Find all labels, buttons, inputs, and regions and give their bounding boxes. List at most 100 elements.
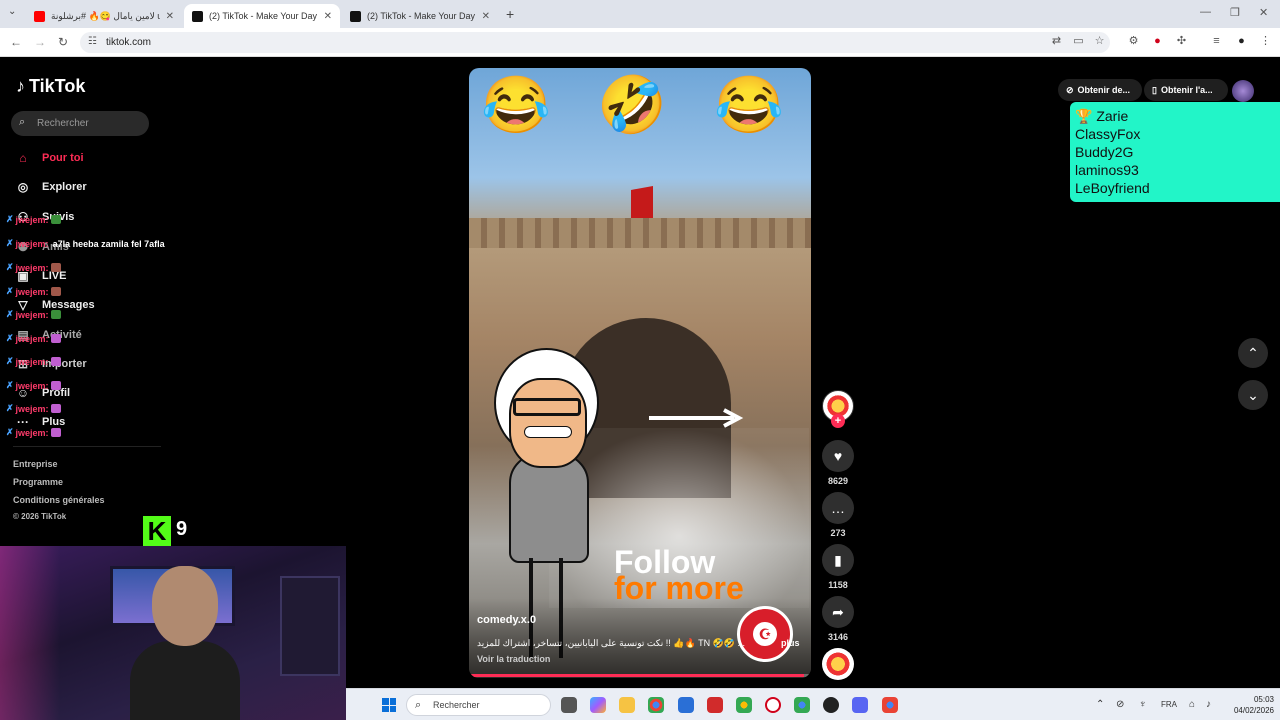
footer-link-terms[interactable]: Conditions générales xyxy=(13,495,105,505)
see-translation-link[interactable]: Voir la traduction xyxy=(477,654,550,664)
chat-emote xyxy=(50,310,61,319)
caption-more-button[interactable]: plus xyxy=(781,638,800,648)
footer-link-company[interactable]: Entreprise xyxy=(13,459,58,469)
share-count: 3146 xyxy=(827,632,849,642)
nav-item-for-you[interactable]: ⌂ Pour toi xyxy=(16,151,83,165)
profile-avatar-icon[interactable]: ● xyxy=(1235,35,1248,48)
save-count: 1158 xyxy=(828,580,848,590)
tab-close-icon[interactable]: ✕ xyxy=(482,11,490,22)
tab-close-icon[interactable]: ✕ xyxy=(166,11,174,22)
comment-icon: … xyxy=(831,500,845,516)
sound-disc[interactable] xyxy=(822,648,854,680)
trophy-icon: 🏆 xyxy=(1075,108,1093,124)
emoji-laugh: 😂 xyxy=(714,73,784,136)
search-icon: ⌕ xyxy=(19,116,26,128)
chrome-icon[interactable] xyxy=(648,697,664,713)
opera-icon[interactable]: ● xyxy=(1151,35,1164,48)
minimize-button[interactable]: — xyxy=(1200,6,1211,18)
emoji-laugh: 😂 xyxy=(481,73,551,136)
comment-button[interactable]: … xyxy=(822,492,854,524)
discord-icon[interactable] xyxy=(852,697,868,713)
url-field[interactable]: ☷ tiktok.com xyxy=(80,32,1110,53)
reload-icon[interactable]: ↻ xyxy=(58,35,68,49)
coin-icon: ⊘ xyxy=(1066,84,1074,95)
chat-nick: jwejem: xyxy=(15,356,49,367)
chat-message: ✗ jwejem: xyxy=(6,214,61,225)
tab-tiktok-active[interactable]: (2) TikTok - Make Your Day ✕ xyxy=(184,4,340,28)
leaderboard-entry: Buddy2G xyxy=(1075,144,1134,160)
site-info-icon[interactable]: ☷ xyxy=(88,36,97,47)
footer-link-program[interactable]: Programme xyxy=(13,477,63,487)
copilot-icon[interactable] xyxy=(590,697,606,713)
save-button[interactable]: ▮ xyxy=(822,544,854,576)
obs-icon[interactable] xyxy=(823,697,839,713)
menu-dots-icon[interactable]: ⋮ xyxy=(1259,35,1272,48)
sword-badge-icon: ✗ xyxy=(6,427,14,437)
sidebar-divider xyxy=(13,446,161,447)
follow-button[interactable]: + xyxy=(831,414,845,428)
windows-start-icon[interactable] xyxy=(382,698,396,712)
video-player[interactable]: 😂 🤣 😂 Follow for more ☪ comedy.x.0 نكت ت… xyxy=(469,68,811,678)
cartoon-body xyxy=(509,453,589,563)
leaderboard-name: Zarie xyxy=(1096,108,1129,124)
task-view-icon[interactable] xyxy=(561,697,577,713)
leaderboard-entry: ClassyFox xyxy=(1075,126,1141,142)
tab-youtube[interactable]: لامين يامال 😋🔥 #برشلونة ube ✕ xyxy=(26,4,182,28)
chat-nick: jwejem: xyxy=(15,238,49,249)
sword-badge-icon: ✗ xyxy=(6,238,14,248)
sword-badge-icon: ✗ xyxy=(6,403,14,413)
close-window-button[interactable]: ✕ xyxy=(1259,6,1268,19)
maximize-button[interactable]: ❐ xyxy=(1230,6,1240,19)
sword-badge-icon: ✗ xyxy=(6,309,14,319)
new-tab-button[interactable]: + xyxy=(506,6,514,22)
user-avatar[interactable] xyxy=(1232,80,1254,102)
translate-icon[interactable]: ⇄ xyxy=(1050,35,1063,48)
chat-emote xyxy=(50,428,61,437)
next-video-button[interactable]: ⌄ xyxy=(1238,380,1268,410)
taskbar-search-placeholder: Rechercher xyxy=(433,700,480,710)
extension-icon[interactable]: ⚙ xyxy=(1127,35,1140,48)
get-app-button[interactable]: ▯ Obtenir l'a... xyxy=(1144,79,1228,101)
previous-video-button[interactable]: ⌃ xyxy=(1238,338,1268,368)
sword-badge-icon: ✗ xyxy=(6,262,14,272)
button-label: Obtenir l'a... xyxy=(1160,85,1213,95)
tab-tiktok[interactable]: (2) TikTok - Make Your Day ✕ xyxy=(342,4,498,28)
chat-emote xyxy=(50,357,61,366)
chrome-dev-icon[interactable] xyxy=(882,697,898,713)
chat-message: ✗ jwejem: xyxy=(6,380,61,391)
network-off-icon[interactable]: ⊘ xyxy=(1116,699,1124,710)
search-input[interactable]: ⌕ Rechercher xyxy=(11,111,149,136)
puzzle-icon[interactable]: ✣ xyxy=(1175,35,1188,48)
language-indicator[interactable]: FRA xyxy=(1161,700,1177,709)
taskbar-search-input[interactable]: ⌕ Rechercher xyxy=(406,694,551,716)
bookmark-star-icon[interactable]: ☆ xyxy=(1093,35,1106,48)
microphone-icon[interactable]: ♆ xyxy=(1139,699,1147,710)
like-button[interactable]: ♥ xyxy=(822,440,854,472)
back-icon[interactable]: ← xyxy=(10,35,22,49)
search-icon: ⌕ xyxy=(415,699,422,711)
chrome-canary-icon[interactable] xyxy=(794,697,810,713)
file-explorer-icon[interactable] xyxy=(619,697,635,713)
chat-message: ✗ jwejem: xyxy=(6,356,61,367)
nav-item-explore[interactable]: ◎ Explorer xyxy=(16,180,87,194)
tab-search-icon[interactable]: ⌄ xyxy=(8,6,16,17)
wps-icon[interactable] xyxy=(707,697,723,713)
opera-icon[interactable] xyxy=(765,697,781,713)
video-author[interactable]: comedy.x.0 xyxy=(477,614,536,626)
tiktok-logo[interactable]: ♪ TikTok xyxy=(16,76,85,97)
reading-list-icon[interactable]: ≡ xyxy=(1210,35,1223,48)
heart-icon: ♥ xyxy=(833,448,843,464)
tray-expand-icon[interactable]: ⌃ xyxy=(1096,699,1104,710)
get-coins-button[interactable]: ⊘ Obtenir de... xyxy=(1058,79,1142,101)
share-button[interactable]: ➦ xyxy=(822,596,854,628)
monitor-app-icon[interactable] xyxy=(678,697,694,713)
logo-text: TikTok xyxy=(29,76,86,96)
tab-close-icon[interactable]: ✕ xyxy=(324,11,332,22)
video-progress[interactable] xyxy=(469,674,811,677)
network-icon[interactable]: ⌂ xyxy=(1189,699,1195,710)
forward-icon[interactable]: → xyxy=(34,35,46,49)
clock[interactable]: 05:03 04/02/2026 xyxy=(1226,694,1274,716)
volume-icon[interactable]: ♪ xyxy=(1206,699,1211,710)
chrome-beta-icon[interactable] xyxy=(736,697,752,713)
cast-icon[interactable]: ▭ xyxy=(1072,35,1085,48)
